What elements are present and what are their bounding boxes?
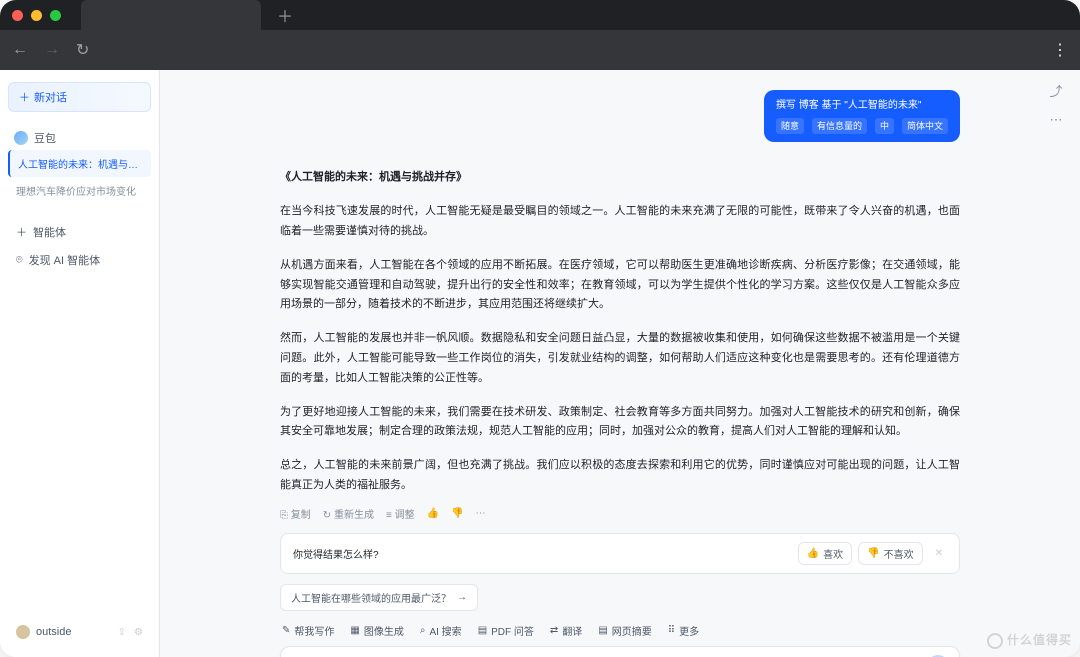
message-actions: ⎘ 复制 ↻ 重新生成 ≡ 调整 👍 👎 ⋯ [280,506,960,521]
browser-tabbar: ＋ [61,0,1068,30]
conversation-item[interactable]: 理想汽车降价应对市场变化 [8,177,151,204]
article-paragraph: 为了更好地迎接人工智能的未来，我们需要在技术研发、政策制定、社会教育等多方面共同… [280,403,960,443]
tool-more[interactable]: ⠿更多 [668,623,699,638]
image-icon: ▦ [350,625,359,636]
message-input-row: 📎 ↑ [280,646,960,657]
user-avatar-icon [16,625,30,639]
back-button[interactable]: ← [12,41,28,59]
feedback-question: 你觉得结果怎么样? [293,546,379,561]
conversation-title: 人工智能的未来：机遇与挑… [18,160,148,171]
sidebar: ＋ 新对话 豆包 人工智能的未来：机遇与挑… 理想汽车降价应对市场变化 ＋ [0,70,160,657]
main-pane: ⤴ ⋯ 撰写 博客 基于 "人工智能的未来" 随意 有信息量的 中 简体中文 《… [160,70,1080,657]
sidebar-link-discover[interactable]: ⌾ 发现 AI 智能体 [8,246,151,274]
share-button[interactable]: ⤴ [1046,80,1066,100]
translate-icon: ⇄ [550,625,558,636]
sidebar-link-label: 智能体 [33,224,66,240]
tool-image[interactable]: ▦图像生成 [350,623,403,638]
dislike-button[interactable]: 👎 不喜欢 [858,542,922,565]
suggestion-chip[interactable]: 人工智能在哪些领域的应用最广泛？ → [280,584,478,611]
window-titlebar: ＋ [0,0,1080,30]
minimize-window-button[interactable] [31,10,42,21]
settings-icon[interactable]: ⚙ [134,627,143,638]
plus-icon: ＋ [19,89,30,105]
sidebar-link-agents[interactable]: ＋ 智能体 [8,218,151,246]
bot-name: 豆包 [34,130,56,146]
browser-menu-button[interactable]: ⋮ [1052,40,1068,60]
browser-toolbar: ← → ↻ ⋮ [0,30,1080,70]
article-paragraph: 然而，人工智能的发展也并非一帆风顺。数据隐私和安全问题日益凸显，大量的数据被收集… [280,329,960,388]
suggestion-text: 人工智能在哪些领域的应用最广泛？ [291,590,451,605]
bot-header[interactable]: 豆包 [8,126,151,150]
search-icon: ⌕ [420,625,426,636]
thumbs-up-icon: 👍 [807,548,819,559]
pdf-icon: ▤ [478,625,487,636]
page-icon: ▤ [598,625,607,636]
regenerate-button[interactable]: ↻ 重新生成 [323,506,374,521]
thumbs-down-button[interactable]: 👎 [451,508,463,519]
thumbs-up-button[interactable]: 👍 [427,508,439,519]
feedback-box: 你觉得结果怎么样? 👍 喜欢 👎 不喜欢 ✕ [280,533,960,574]
share-icon[interactable]: ⇪ [118,627,126,638]
tool-translate[interactable]: ⇄翻译 [550,623,582,638]
prompt-tag: 有信息量的 [812,118,867,134]
tool-search[interactable]: ⌕AI 搜索 [420,623,462,638]
grid-icon: ⠿ [668,625,675,636]
new-tab-button[interactable]: ＋ [277,3,293,27]
assistant-message: 《人工智能的未来：机遇与挑战并存》 在当今科技飞速发展的时代，人工智能无疑是最受… [280,168,960,495]
tool-write[interactable]: ✎帮我写作 [282,623,334,638]
user-message: 撰写 博客 基于 "人工智能的未来" 随意 有信息量的 中 简体中文 [764,90,960,142]
article-paragraph: 在当今科技飞速发展的时代，人工智能无疑是最受瞩目的领域之一。人工智能的未来充满了… [280,202,960,242]
new-chat-button[interactable]: ＋ 新对话 [8,82,151,112]
tool-summary[interactable]: ▤网页摘要 [598,623,651,638]
plus-icon: ＋ [16,224,27,240]
reload-button[interactable]: ↻ [76,40,89,60]
copy-button[interactable]: ⎘ 复制 [280,506,311,521]
forward-button[interactable]: → [44,41,60,59]
compass-icon: ⌾ [16,254,23,267]
article-paragraph: 总之，人工智能的未来前景广阔，但也充满了挑战。我们应以积极的态度去探索和利用它的… [280,456,960,496]
tool-pdf[interactable]: ▤PDF 问答 [478,623,534,638]
new-chat-label: 新对话 [34,89,67,105]
sidebar-link-label: 发现 AI 智能体 [29,252,101,268]
conversation-item[interactable]: 人工智能的未来：机遇与挑… [8,150,151,177]
prompt-tag: 随意 [776,118,804,134]
prompt-tag: 简体中文 [902,118,948,134]
thumbs-down-icon: 👎 [867,548,879,559]
pencil-icon: ✎ [282,625,290,636]
close-window-button[interactable] [12,10,23,21]
conversation-title: 理想汽车降价应对市场变化 [16,187,136,198]
like-button[interactable]: 👍 喜欢 [798,542,852,565]
prompt-tag: 中 [875,118,894,134]
sidebar-footer[interactable]: outside ⇪ ⚙ [8,619,151,645]
more-button[interactable]: ⋯ [1046,110,1066,130]
browser-tab[interactable] [81,0,261,30]
window-controls [12,10,61,21]
more-actions-button[interactable]: ⋯ [475,508,485,519]
close-feedback-button[interactable]: ✕ [931,548,947,559]
adjust-button[interactable]: ≡ 调整 [386,506,415,521]
tool-row: ✎帮我写作 ▦图像生成 ⌕AI 搜索 ▤PDF 问答 ⇄翻译 ▤网页摘要 ⠿更多 [280,623,960,638]
bot-avatar-icon [14,131,28,145]
article-title: 《人工智能的未来：机遇与挑战并存》 [280,168,960,188]
user-message-text: 撰写 博客 基于 "人工智能的未来" [776,98,948,114]
maximize-window-button[interactable] [50,10,61,21]
arrow-right-icon: → [457,592,467,603]
article-paragraph: 从机遇方面来看，人工智能在各个领域的应用不断拓展。在医疗领域，它可以帮助医生更准… [280,256,960,315]
username: outside [36,626,71,638]
